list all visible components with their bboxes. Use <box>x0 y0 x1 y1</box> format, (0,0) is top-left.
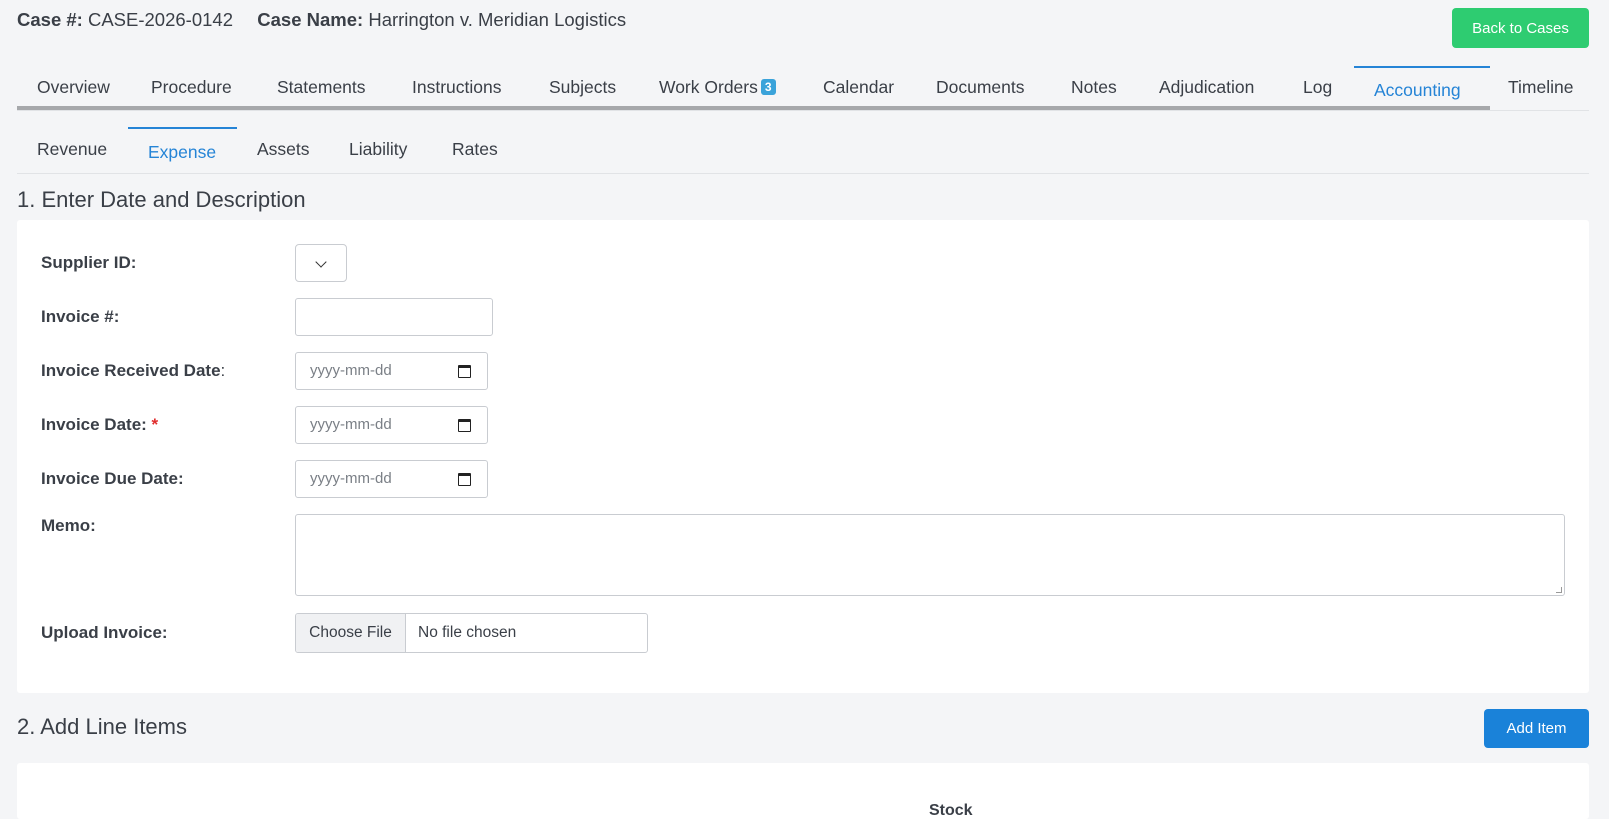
invoice-number-input[interactable] <box>295 298 493 336</box>
tab-accounting[interactable]: Accounting <box>1354 66 1490 106</box>
tab-timeline[interactable]: Timeline <box>1488 66 1593 106</box>
tab-adjudication[interactable]: Adjudication <box>1139 66 1274 106</box>
upload-invoice-label: Upload Invoice: <box>41 623 168 642</box>
subtab-liability[interactable]: Liability <box>329 127 427 173</box>
column-header-stock: Stock <box>929 802 973 819</box>
supplier-id-label: Supplier ID: <box>41 253 137 272</box>
calendar-icon[interactable] <box>458 419 471 432</box>
case-number-label: Case #: <box>17 9 83 30</box>
add-item-button[interactable]: Add Item <box>1484 709 1589 748</box>
subtab-revenue[interactable]: Revenue <box>17 127 127 173</box>
tab-instructions[interactable]: Instructions <box>392 66 521 106</box>
invoice-received-date-label: Invoice Received Date: <box>41 361 226 380</box>
case-name-label: Case Name: <box>257 9 364 30</box>
back-to-cases-button[interactable]: Back to Cases <box>1452 8 1589 48</box>
invoice-date-input[interactable]: yyyy-mm-dd <box>295 406 488 444</box>
resize-grip-icon[interactable] <box>1556 587 1562 593</box>
upload-invoice-file-input[interactable]: Choose File No file chosen <box>295 613 648 653</box>
accounting-sub-tab-bar: Revenue Expense Assets Liability Rates <box>17 127 1589 174</box>
main-tab-bar: Overview Procedure Statements Instructio… <box>17 66 1589 111</box>
tab-bar-underline <box>17 106 1490 110</box>
calendar-icon[interactable] <box>458 365 471 378</box>
tab-statements[interactable]: Statements <box>257 66 386 106</box>
memo-textarea[interactable] <box>295 514 1565 596</box>
supplier-id-select[interactable] <box>295 244 347 282</box>
section-date-description-title: 1. Enter Date and Description <box>17 187 306 212</box>
section-line-items-title: 2. Add Line Items <box>17 714 187 739</box>
date-placeholder: yyyy-mm-dd <box>310 470 392 487</box>
invoice-number-label: Invoice #: <box>41 307 120 326</box>
memo-label: Memo: <box>41 516 96 535</box>
tab-work-orders[interactable]: Work Orders 3 <box>639 66 796 106</box>
tab-log[interactable]: Log <box>1283 66 1352 106</box>
date-placeholder: yyyy-mm-dd <box>310 362 392 379</box>
case-number: CASE-2026-0142 <box>87 9 233 30</box>
tab-documents[interactable]: Documents <box>916 66 1045 106</box>
tab-overview[interactable]: Overview <box>17 66 130 106</box>
tab-procedure[interactable]: Procedure <box>131 66 252 106</box>
invoice-due-date-label: Invoice Due Date: <box>41 469 184 488</box>
date-description-card: Supplier ID: Invoice #: Invoice Received… <box>17 220 1589 693</box>
calendar-icon[interactable] <box>458 473 471 486</box>
chevron-down-icon <box>315 256 327 268</box>
work-orders-count-badge: 3 <box>760 79 776 95</box>
subtab-assets[interactable]: Assets <box>237 127 330 173</box>
subtab-rates[interactable]: Rates <box>432 127 518 173</box>
tab-subjects[interactable]: Subjects <box>529 66 636 106</box>
tab-notes[interactable]: Notes <box>1051 66 1137 106</box>
case-header: Case #: CASE-2026-0142 Case Name: Harrin… <box>17 9 626 31</box>
subtab-expense[interactable]: Expense <box>128 127 237 173</box>
file-name-text: No file chosen <box>418 624 517 641</box>
case-name: Harrington v. Meridian Logistics <box>368 9 627 30</box>
required-asterisk: * <box>151 415 159 434</box>
invoice-due-date-input[interactable]: yyyy-mm-dd <box>295 460 488 498</box>
choose-file-button[interactable]: Choose File <box>296 614 406 652</box>
invoice-date-label: Invoice Date: * <box>41 415 159 434</box>
invoice-received-date-input[interactable]: yyyy-mm-dd <box>295 352 488 390</box>
date-placeholder: yyyy-mm-dd <box>310 416 392 433</box>
line-items-card <box>17 763 1589 819</box>
tab-calendar[interactable]: Calendar <box>803 66 914 106</box>
